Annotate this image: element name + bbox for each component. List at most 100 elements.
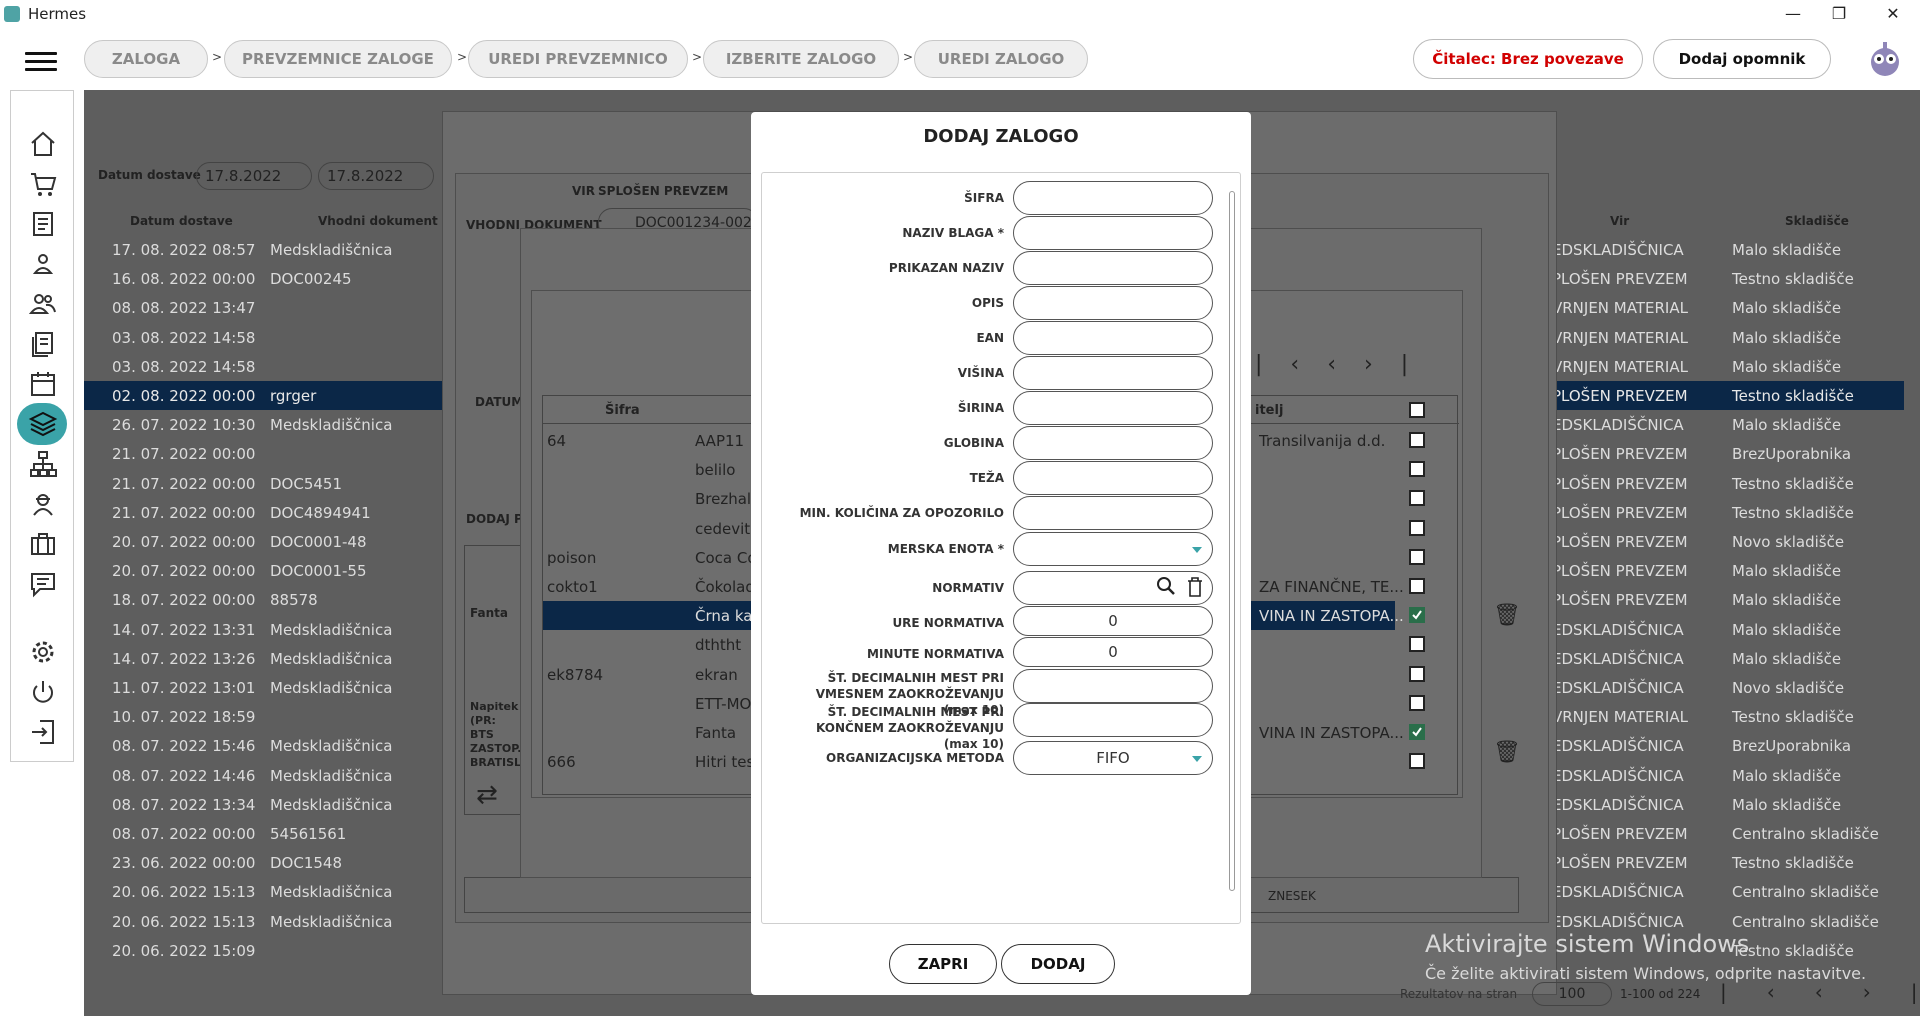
close-dialog-button[interactable]: ZAPRI	[889, 944, 997, 984]
field-label: EAN	[976, 331, 1004, 345]
row-checkbox[interactable]	[1409, 519, 1425, 536]
field-input[interactable]	[1013, 669, 1213, 703]
row-checkbox[interactable]	[1409, 636, 1425, 653]
inner-table-cell: cokto1	[547, 578, 598, 596]
field-input[interactable]: 0	[1013, 606, 1213, 636]
row-checkbox[interactable]	[1409, 724, 1425, 740]
table-cell: Malo skladišče	[1732, 795, 1842, 814]
breadcrumb-uredi-zalogo[interactable]: UREDI ZALOGO	[914, 40, 1088, 78]
field-input[interactable]	[1013, 251, 1213, 285]
document-icon[interactable]	[28, 209, 58, 239]
page-nav-icons[interactable]: |‹‹›|	[1720, 980, 1920, 1004]
pagination-icons[interactable]: |‹‹›|	[1255, 352, 1436, 377]
row-checkbox[interactable]	[1409, 461, 1425, 478]
layers-icon[interactable]	[28, 409, 58, 439]
breadcrumb-izberite-zalogo[interactable]: IZBERITE ZALOGO	[703, 40, 899, 78]
table-cell: EDSKLADIŠČNICA	[1552, 766, 1684, 785]
table-cell: 14. 07. 2022 13:26	[112, 649, 256, 668]
home-icon[interactable]	[28, 129, 58, 159]
close-window-button[interactable]: ✕	[1870, 0, 1916, 30]
field-label: MINUTE NORMATIVA	[867, 647, 1004, 661]
reader-status-button[interactable]: Čitalec: Brez povezave	[1413, 39, 1643, 79]
row-checkbox[interactable]	[1409, 753, 1425, 770]
calendar-icon[interactable]	[28, 369, 58, 399]
field-input[interactable]	[1013, 321, 1213, 355]
inner-table-cell: Čokolad	[695, 578, 755, 596]
table-cell: EDSKLADIŠČNICA	[1552, 795, 1684, 814]
field-value: 0	[1108, 643, 1118, 661]
minimize-button[interactable]: —	[1770, 0, 1816, 30]
field-input[interactable]	[1013, 286, 1213, 320]
field-input[interactable]	[1013, 356, 1213, 390]
chevron-down-icon	[1192, 547, 1202, 553]
field-input[interactable]: FIFO	[1013, 741, 1213, 775]
logout-icon[interactable]	[28, 717, 58, 747]
inner-table-cell: cedevit	[695, 519, 751, 538]
table-cell: VRNJEN MATERIAL	[1552, 299, 1688, 318]
search-icon[interactable]	[1156, 574, 1176, 609]
breadcrumb-zaloga[interactable]: ZALOGA	[84, 40, 208, 78]
swap-icon[interactable]: ⇄	[476, 780, 498, 810]
table-cell: Malo skladišče	[1732, 591, 1842, 610]
user-icon[interactable]	[28, 249, 58, 279]
field-input[interactable]	[1013, 216, 1213, 250]
row-checkbox[interactable]	[1409, 694, 1425, 711]
cart-icon[interactable]	[28, 169, 58, 199]
field-input[interactable]	[1013, 461, 1213, 495]
users-icon[interactable]	[28, 289, 58, 319]
trash-icon[interactable]	[1186, 576, 1204, 609]
hierarchy-icon[interactable]	[28, 449, 58, 479]
select-all-checkbox[interactable]	[1409, 402, 1425, 418]
table-cell: Malo skladišče	[1732, 416, 1842, 435]
maximize-button[interactable]: ❐	[1816, 0, 1862, 30]
row-checkbox[interactable]	[1409, 607, 1425, 624]
briefcase-icon[interactable]	[28, 529, 58, 559]
table-cell: EDSKLADIŠČNICA	[1552, 620, 1684, 639]
avatar-icon[interactable]	[1867, 40, 1903, 78]
worker-icon[interactable]	[28, 489, 58, 519]
field-input[interactable]	[1013, 181, 1213, 215]
table-cell: BrezUporabnika	[1732, 737, 1852, 756]
table-cell: 02. 08. 2022 00:00	[112, 387, 256, 405]
field-label: NAZIV BLAGA *	[902, 226, 1004, 240]
form-scrollbar[interactable]	[1226, 177, 1238, 921]
breadcrumb-prevzemnice-zaloge[interactable]: PREVZEMNICE ZALOGE	[224, 40, 452, 78]
date-to-input[interactable]: 17.8.2022	[318, 162, 434, 190]
settings-gear-icon[interactable]	[28, 637, 58, 667]
inner-col-supplier: itelj	[1255, 403, 1284, 418]
chat-icon[interactable]	[28, 569, 58, 599]
field-input[interactable]	[1013, 571, 1213, 605]
inner-table-cell: VINA IN ZASTOPA...	[1259, 724, 1404, 742]
row-checkbox[interactable]	[1409, 665, 1425, 682]
trash-icon[interactable]: 🗑	[1493, 740, 1521, 765]
field-input[interactable]	[1013, 496, 1213, 530]
row-checkbox[interactable]	[1409, 490, 1425, 507]
table-cell: 08. 07. 2022 14:46	[112, 766, 256, 785]
documents-icon[interactable]	[28, 329, 58, 359]
table-cell: DOC0001-48	[270, 533, 367, 551]
table-cell: Malo skladišče	[1732, 766, 1842, 785]
date-from-input[interactable]: 17.8.2022	[196, 162, 312, 190]
table-cell: 21. 07. 2022 00:00	[112, 445, 256, 464]
row-checkbox[interactable]	[1409, 578, 1425, 594]
power-icon[interactable]	[28, 677, 58, 707]
per-page-select[interactable]: 100	[1532, 982, 1612, 1006]
row-checkbox[interactable]	[1409, 548, 1425, 565]
table-cell: DOC0001-55	[270, 562, 367, 581]
field-input[interactable]	[1013, 391, 1213, 425]
filter-label: Datum dostave	[98, 168, 201, 182]
row-checkbox[interactable]	[1409, 432, 1425, 448]
field-input[interactable]	[1013, 532, 1213, 566]
inner-table-cell: AAP11	[695, 432, 745, 450]
table-cell: 23. 06. 2022 00:00	[112, 854, 256, 873]
breadcrumb-uredi-prevzemnico[interactable]: UREDI PREVZEMNICO	[468, 40, 688, 78]
sidebar	[10, 90, 74, 762]
add-stock-button[interactable]: DODAJ	[1001, 944, 1115, 984]
trash-icon[interactable]: 🗑	[1493, 603, 1521, 628]
menu-icon[interactable]	[25, 52, 57, 74]
field-input[interactable]	[1013, 703, 1213, 737]
table-cell: 14. 07. 2022 13:31	[112, 620, 256, 639]
field-input[interactable]	[1013, 426, 1213, 460]
add-reminder-button[interactable]: Dodaj opomnik	[1653, 39, 1831, 79]
field-input[interactable]: 0	[1013, 637, 1213, 667]
